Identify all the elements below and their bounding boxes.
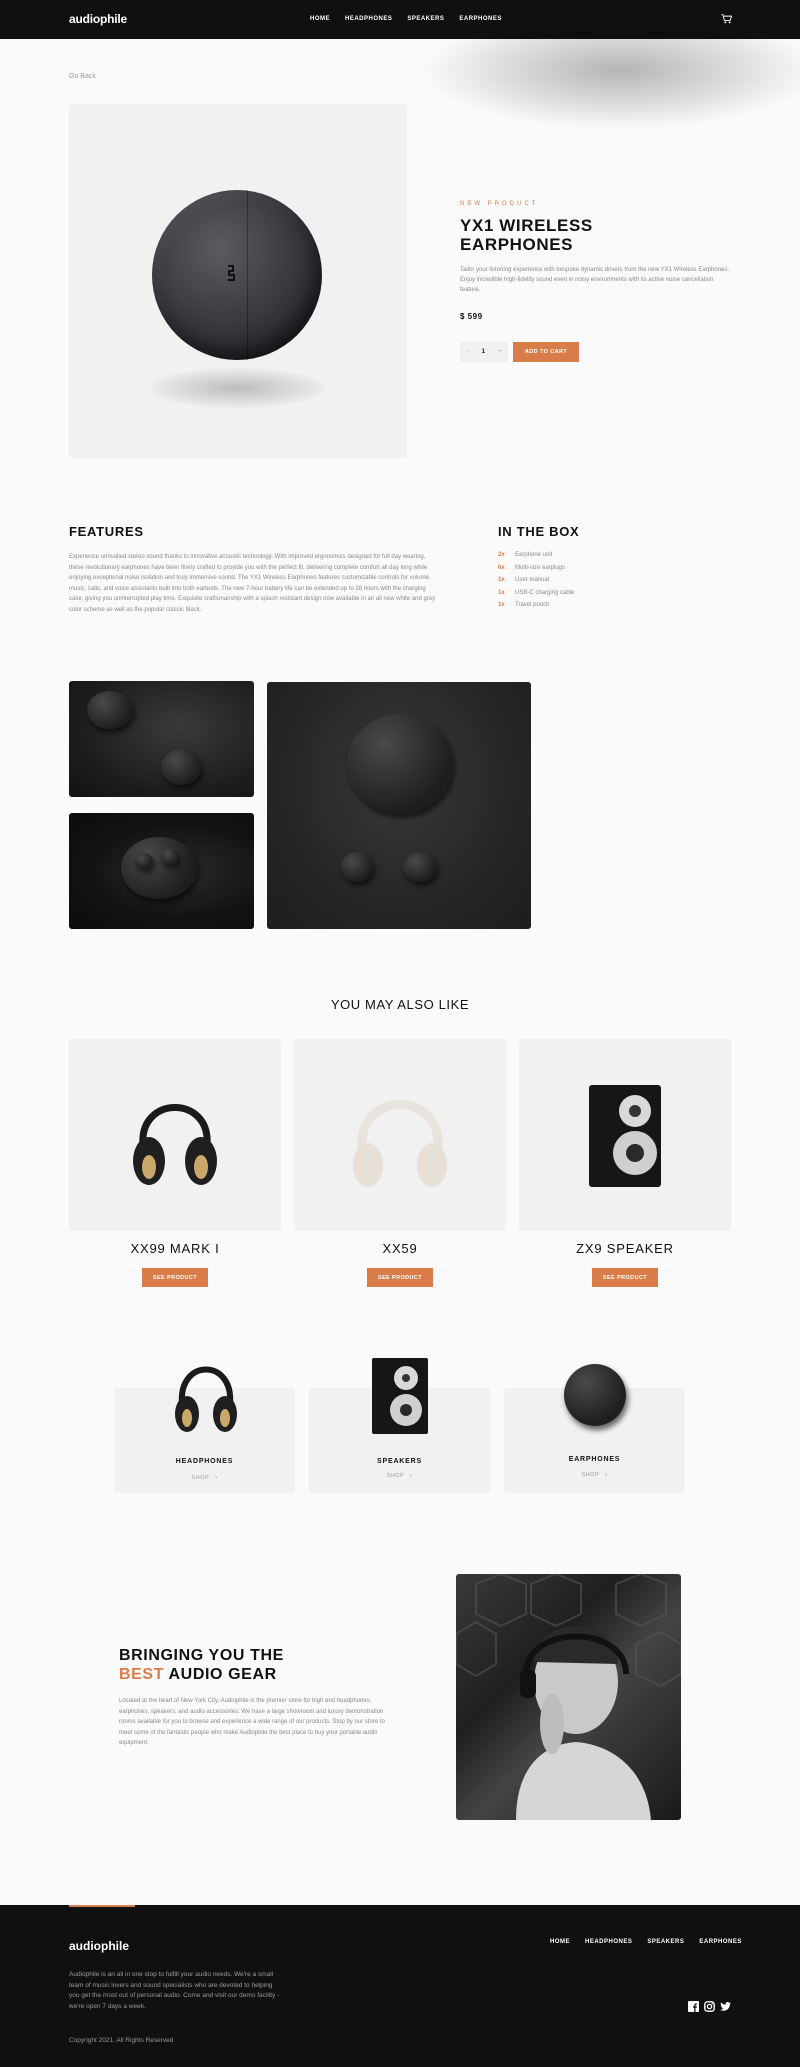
gallery-image-charging-case: [69, 813, 254, 929]
earphone-case-graphic: [564, 1364, 626, 1426]
box-item: 1x User manual: [498, 574, 574, 587]
charging-case-graphic: [121, 837, 197, 899]
in-the-box-list: 2x Earphone unit 6x Multi-size earplugs 1x…: [498, 549, 574, 612]
box-item: 2x Earphone unit: [498, 549, 574, 562]
nav-headphones[interactable]: HEADPHONES: [345, 16, 392, 22]
category-name-earphones: EARPHONES: [568, 1456, 621, 1463]
about-heading-rest: AUDIO GEAR: [168, 1666, 277, 1683]
person-with-headphones-illustration: [456, 1574, 681, 1820]
new-product-overline: NEW PRODUCT: [460, 201, 539, 207]
see-product-xx59-button[interactable]: SEE PRODUCT: [367, 1268, 433, 1287]
go-back-link[interactable]: Go Back: [69, 73, 96, 80]
in-the-box-heading: IN THE BOX: [498, 524, 580, 539]
xx99-mark-i-name: XX99 MARK I: [130, 1241, 220, 1256]
box-item-qty: 1x: [498, 577, 505, 584]
decorative-shadow: [420, 10, 800, 130]
product-title: YX1 WIRELESS EARPHONES: [460, 216, 593, 254]
shop-earphones-link[interactable]: SHOP ›: [504, 1472, 685, 1478]
xx59-name: XX59: [382, 1241, 418, 1256]
shop-headphones-link[interactable]: SHOP ›: [114, 1475, 295, 1481]
gallery-image-earbuds: [69, 681, 254, 797]
box-item: 6x Multi-size earplugs: [498, 562, 574, 575]
shop-speakers-link[interactable]: SHOP ›: [309, 1473, 490, 1479]
category-name-speakers: SPEAKERS: [377, 1458, 422, 1465]
box-item-qty: 1x: [498, 589, 505, 596]
product-price: $ 599: [460, 312, 483, 321]
see-product-xx99-button[interactable]: SEE PRODUCT: [142, 1268, 208, 1287]
logo[interactable]: audiophile: [69, 12, 127, 26]
box-item-qty: 1x: [498, 602, 505, 609]
footer-description: Audiophile is an all in one stop to fulf…: [69, 1971, 280, 2010]
main-nav: HOME HEADPHONES SPEAKERS EARPHONES: [310, 16, 502, 22]
gallery-image-case-and-earbuds: [267, 682, 531, 929]
earbud-graphic: [403, 852, 437, 882]
box-item-name: Travel pouch: [515, 602, 550, 609]
earbud-graphic: [87, 691, 133, 729]
chevron-right-icon: ›: [605, 1472, 608, 1478]
earbud-graphic: [341, 852, 373, 882]
footer-nav: HOME HEADPHONES SPEAKERS EARPHONES: [550, 1939, 742, 1945]
page: audiophile HOME HEADPHONES SPEAKERS EARP…: [0, 0, 800, 2067]
earphone-case-graphic: [347, 714, 453, 814]
add-to-cart-button[interactable]: ADD TO CART: [513, 342, 579, 362]
about-heading-accent: BEST: [119, 1666, 165, 1683]
xx99-mark-i-image: [69, 1039, 281, 1231]
headphones-icon: [353, 1100, 447, 1187]
footer-accent-bar: [69, 1905, 135, 1907]
about-text: Located at the heart of New York City, A…: [119, 1698, 385, 1746]
speaker-icon: [589, 1085, 661, 1187]
headphones-icon: [175, 1366, 237, 1432]
brand-mark-icon: [228, 265, 235, 281]
zx9-speaker-image: [519, 1039, 731, 1231]
chevron-right-icon: ›: [410, 1473, 413, 1479]
box-item-name: USB-C charging cable: [515, 589, 575, 596]
footer-nav-speakers[interactable]: SPEAKERS: [647, 1939, 684, 1945]
zx9-speaker-name: ZX9 SPEAKER: [576, 1241, 674, 1256]
earbud-graphic: [161, 749, 201, 785]
about-photo: [456, 1574, 681, 1820]
also-like-heading: YOU MAY ALSO LIKE: [330, 997, 470, 1012]
box-item-name: Multi-size earplugs: [515, 564, 566, 571]
box-item: 1x Travel pouch: [498, 599, 574, 612]
footer-nav-home[interactable]: HOME: [550, 1939, 570, 1945]
product-description: Tailor your listening experience with be…: [460, 267, 730, 293]
quantity-value: 1: [481, 349, 485, 355]
footer-nav-earphones[interactable]: EARPHONES: [699, 1939, 742, 1945]
headphones-icon: [133, 1104, 217, 1185]
footer-nav-headphones[interactable]: HEADPHONES: [585, 1939, 632, 1945]
about-heading: BRINGING YOU THE BEST AUDIO GEAR: [119, 1646, 359, 1684]
shop-label: SHOP: [581, 1472, 600, 1478]
facebook-icon[interactable]: [688, 1999, 699, 2012]
quantity-increase-button[interactable]: +: [498, 349, 502, 355]
xx59-image: [294, 1039, 506, 1231]
category-name-headphones: HEADPHONES: [175, 1458, 234, 1465]
footer-copyright: Copyright 2021. All Rights Reserved: [69, 2037, 174, 2044]
earbud-graphic: [135, 853, 153, 869]
chevron-right-icon: ›: [215, 1475, 218, 1481]
speaker-icon: [372, 1358, 428, 1434]
earbud-graphic: [161, 849, 179, 865]
box-item-qty: 2x: [498, 552, 505, 559]
quantity-stepper: - 1 +: [460, 342, 508, 362]
shop-label: SHOP: [386, 1473, 405, 1479]
footer-logo[interactable]: audiophile: [69, 1939, 129, 1953]
features-text: Experience unrivalled stereo sound thank…: [69, 554, 436, 613]
box-item: 1x USB-C charging cable: [498, 587, 574, 600]
social-links: [688, 1999, 731, 2012]
nav-speakers[interactable]: SPEAKERS: [407, 16, 444, 22]
features-heading: FEATURES: [69, 524, 144, 539]
instagram-icon[interactable]: [704, 1999, 715, 2012]
quantity-decrease-button[interactable]: -: [466, 349, 468, 355]
about-heading-line1: BRINGING YOU THE: [119, 1647, 284, 1664]
twitter-icon[interactable]: [720, 1999, 731, 2011]
box-item-qty: 6x: [498, 564, 505, 571]
shop-label: SHOP: [191, 1475, 210, 1481]
product-image-shadow: [150, 368, 325, 408]
box-item-name: User manual: [515, 577, 550, 584]
nav-earphones[interactable]: EARPHONES: [459, 16, 502, 22]
box-item-name: Earphone unit: [515, 552, 553, 559]
see-product-zx9-button[interactable]: SEE PRODUCT: [592, 1268, 658, 1287]
nav-home[interactable]: HOME: [310, 16, 330, 22]
